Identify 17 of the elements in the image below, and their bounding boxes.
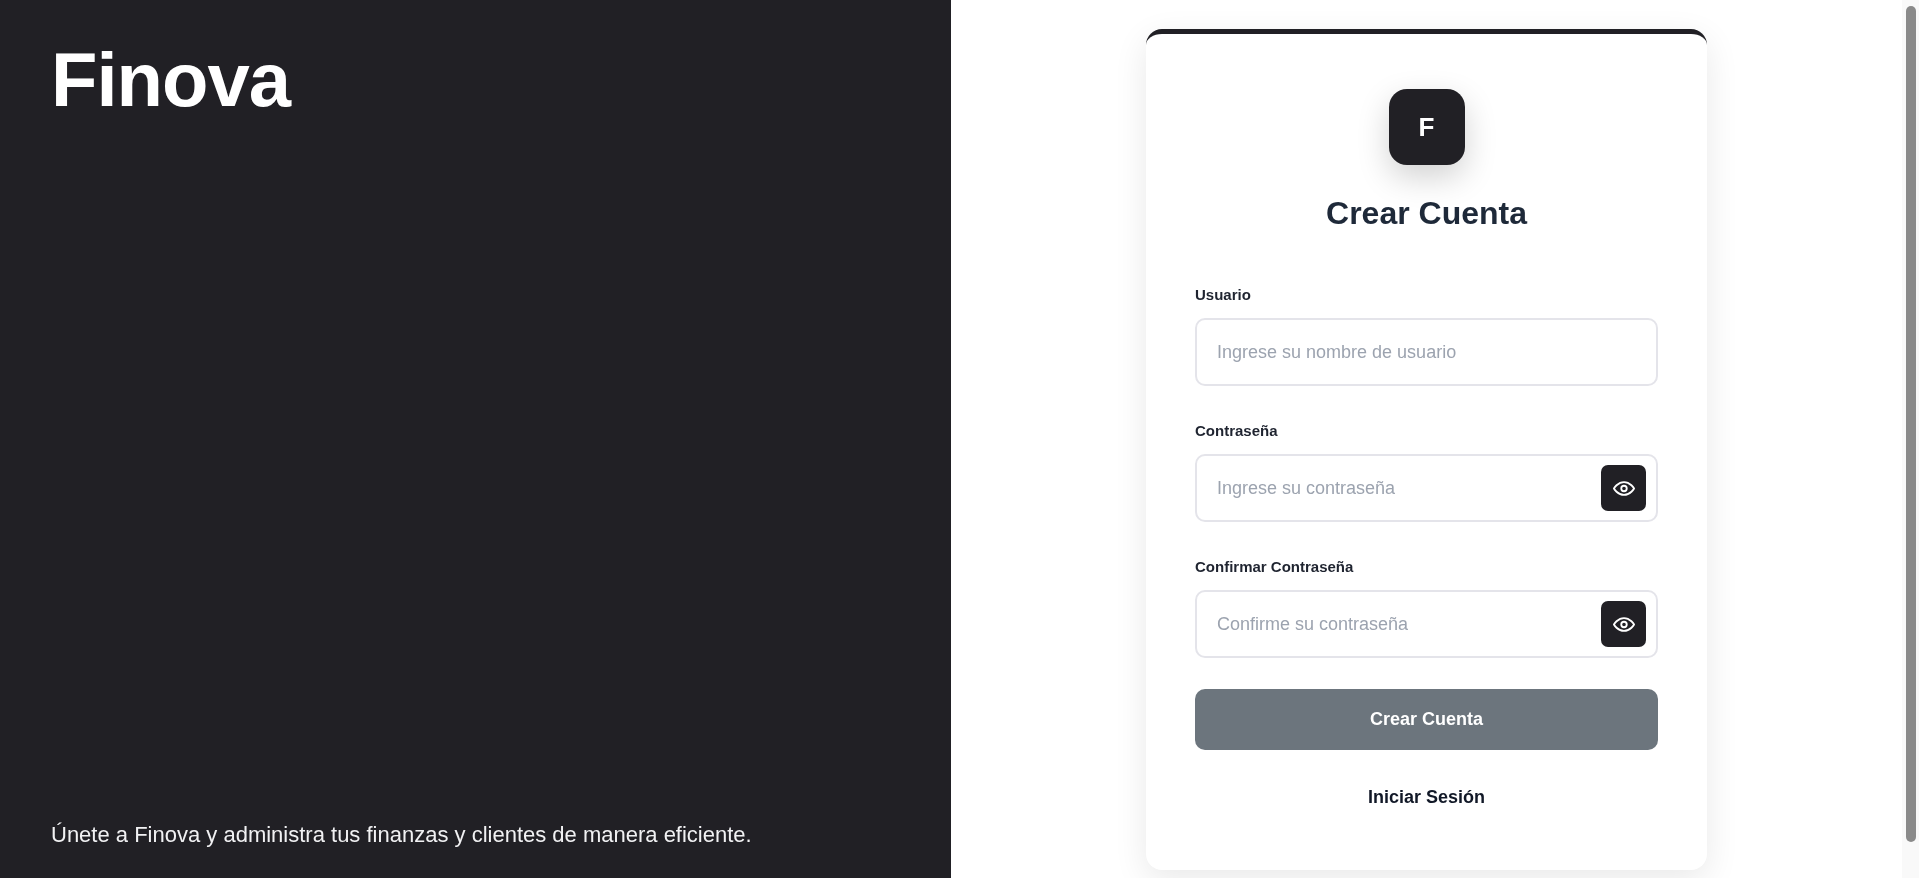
password-field[interactable]: Ingrese su contraseña	[1195, 454, 1658, 522]
login-link[interactable]: Iniciar Sesión	[1367, 785, 1485, 809]
eye-icon	[1612, 480, 1635, 496]
form-title: Crear Cuenta	[1326, 194, 1527, 233]
field-label: Usuario	[1195, 285, 1251, 305]
scrollbar-track[interactable]	[1902, 0, 1919, 878]
username-field[interactable]: Ingrese su nombre de usuario	[1195, 318, 1658, 386]
brand-title: Finova	[51, 42, 290, 118]
field-label: Contraseña	[1195, 421, 1278, 441]
show-password-button[interactable]	[1601, 465, 1646, 511]
eye-icon	[1612, 616, 1635, 632]
app-logo: F	[1388, 89, 1465, 165]
show-password-button[interactable]	[1601, 601, 1646, 647]
scrollbar-thumb[interactable]	[1905, 6, 1916, 842]
brand-tagline: Únete a Finova y administra tus finanzas y clientes de manera eficiente.	[51, 822, 752, 848]
password-field[interactable]: Confirme su contraseña	[1195, 590, 1658, 658]
field-label: Confirmar Contraseña	[1195, 557, 1354, 577]
